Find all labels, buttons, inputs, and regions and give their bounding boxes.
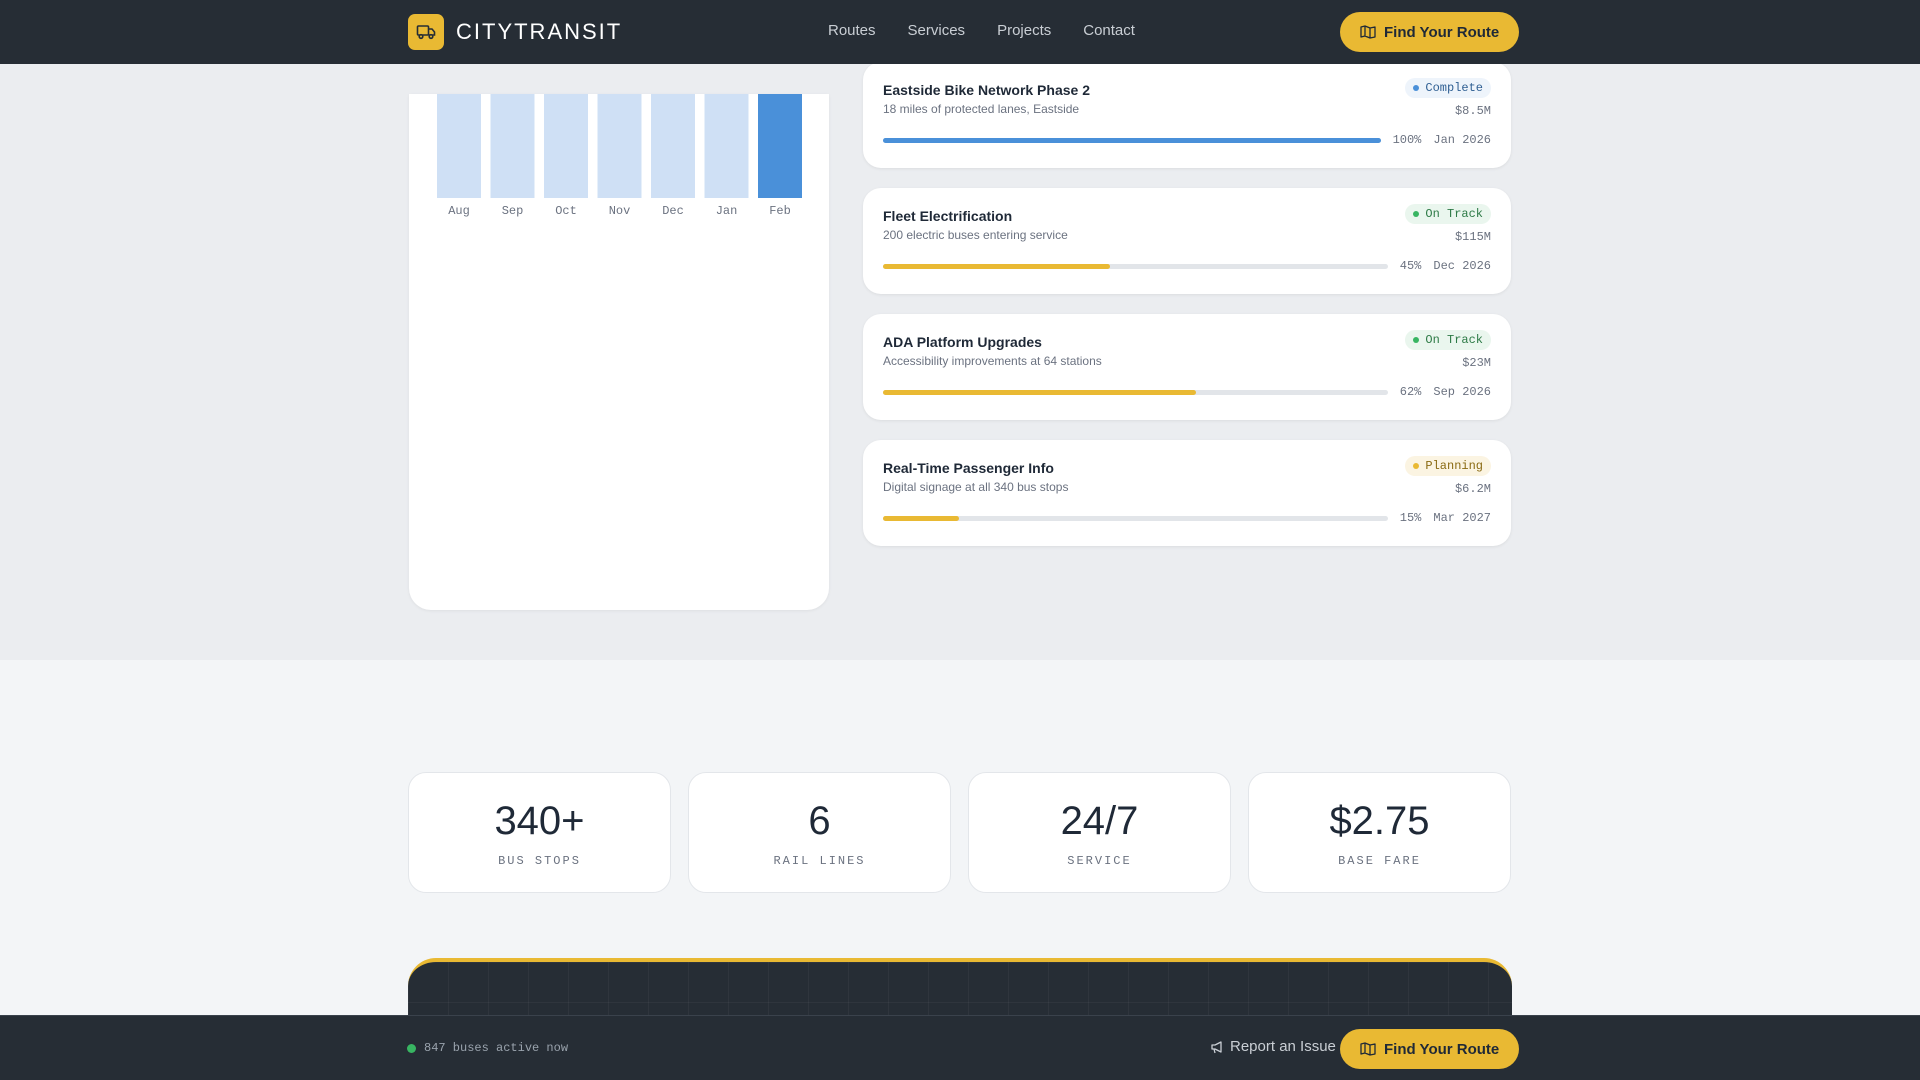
chart-bar [490, 94, 535, 198]
project-title: Fleet Electrification [883, 208, 1013, 224]
project-title: ADA Platform Upgrades [883, 334, 1042, 350]
project-cost: $23M [1462, 356, 1491, 370]
chart-bar [437, 94, 481, 198]
project-description: Digital signage at all 340 bus stops [883, 480, 1069, 494]
progress-fill [883, 390, 1197, 395]
status-badge: Complete [1405, 78, 1491, 98]
progress-track [883, 390, 1388, 395]
nav-item-contact[interactable]: Contact [1083, 22, 1135, 39]
report-issue-label: Report an Issue [1230, 1038, 1336, 1055]
stat-value: 6 [808, 799, 831, 843]
project-title: Eastside Bike Network Phase 2 [883, 82, 1090, 98]
stat-card: 6 RAIL LINES [688, 772, 951, 893]
stat-label: SERVICE [1067, 854, 1132, 868]
bus-icon [408, 14, 444, 50]
ridership-chart-card: Aug Sep Oct Nov Dec Jan Feb [409, 94, 829, 610]
stat-label: BUS STOPS [498, 854, 581, 868]
live-status-text: 847 buses active now [424, 1041, 569, 1055]
status-badge: Planning [1405, 456, 1491, 476]
find-route-label: Find Your Route [1384, 23, 1500, 41]
project-cost: $8.5M [1454, 104, 1491, 118]
bottom-status-bar: 847 buses active now Report an Issue Fin… [0, 1015, 1920, 1080]
chart-bar [597, 94, 642, 198]
project-card[interactable]: ADA Platform Upgrades Accessibility impr… [863, 314, 1511, 420]
project-card[interactable]: Real-Time Passenger Info Digital signage… [863, 440, 1511, 546]
completion-date: Jan 2026 [1433, 133, 1491, 147]
chart-x-tick-label: Feb [769, 204, 791, 218]
project-meta: 15% Mar 2027 [1400, 511, 1491, 525]
progress-percent: 62% [1399, 385, 1422, 399]
chart-bar [544, 94, 588, 198]
stat-label: BASE FARE [1338, 854, 1421, 868]
project-card[interactable]: Fleet Electrification 200 electric buses… [863, 188, 1511, 294]
chart-x-tick-label: Sep [502, 204, 524, 218]
chart-bar [704, 94, 749, 198]
stat-card: 340+ BUS STOPS [408, 772, 671, 893]
brand-name: CITYTRANSIT [456, 19, 623, 44]
project-cost: $6.2M [1454, 482, 1491, 496]
ridership-bar-chart: Aug Sep Oct Nov Dec Jan Feb [437, 94, 802, 218]
status-badge: On Track [1405, 204, 1491, 224]
chart-x-tick-label: Dec [662, 204, 684, 218]
project-meta: 100% Jan 2026 [1393, 133, 1491, 147]
stat-card: $2.75 BASE FARE [1248, 772, 1511, 893]
megaphone-icon [1211, 1040, 1222, 1053]
nav-item-routes[interactable]: Routes [828, 22, 876, 39]
chart-bar [758, 94, 802, 198]
find-route-button[interactable]: Find Your Route [1340, 12, 1520, 52]
progress-track [883, 516, 1388, 521]
stat-value: 24/7 [1060, 799, 1139, 843]
status-dot-icon [1413, 463, 1420, 469]
completion-date: Sep 2026 [1433, 385, 1491, 399]
progress-fill [883, 516, 959, 521]
progress-track [883, 138, 1381, 143]
status-dot-icon [1413, 337, 1420, 343]
status-label: On Track [1425, 333, 1483, 347]
progress-fill [883, 264, 1111, 269]
map-icon [1360, 25, 1376, 39]
status-label: On Track [1425, 207, 1483, 221]
completion-date: Mar 2027 [1433, 511, 1491, 525]
project-description: 18 miles of protected lanes, Eastside [883, 102, 1080, 116]
status-dot-icon [1413, 211, 1420, 217]
chart-x-tick-label: Aug [448, 204, 470, 218]
progress-fill [883, 138, 1381, 143]
progress-track [883, 264, 1388, 269]
stat-value: $2.75 [1329, 799, 1430, 843]
project-description: 200 electric buses entering service [883, 228, 1068, 242]
completion-date: Dec 2026 [1433, 259, 1491, 273]
status-label: Planning [1425, 459, 1483, 473]
projects-section: Aug Sep Oct Nov Dec Jan Feb Eastside Bike Netw… [0, 62, 1920, 660]
project-card[interactable]: Eastside Bike Network Phase 2 18 miles o… [863, 62, 1511, 168]
find-route-button-bottom[interactable]: Find Your Route [1340, 1029, 1520, 1069]
project-meta: 45% Dec 2026 [1400, 259, 1491, 273]
live-status: 847 buses active now [407, 1041, 568, 1055]
status-label: Complete [1425, 81, 1483, 95]
top-navbar: CITYTRANSIT Routes Services Projects Con… [0, 0, 1920, 64]
chart-bar [651, 94, 695, 198]
map-icon [1360, 1042, 1376, 1056]
chart-x-tick-label: Jan [716, 204, 738, 218]
progress-percent: 100% [1392, 133, 1422, 147]
find-route-label: Find Your Route [1384, 1040, 1500, 1058]
status-dot-icon [1413, 85, 1420, 91]
nav-item-services[interactable]: Services [908, 22, 966, 39]
chart-x-tick-label: Oct [555, 204, 577, 218]
stat-label: RAIL LINES [773, 854, 866, 868]
report-issue-button[interactable]: Report an Issue [1210, 1038, 1336, 1055]
main-nav: Routes Services Projects Contact [828, 22, 1135, 39]
project-title: Real-Time Passenger Info [883, 460, 1054, 476]
project-cost: $115M [1454, 230, 1491, 244]
project-description: Accessibility improvements at 64 station… [883, 354, 1102, 368]
progress-percent: 15% [1399, 511, 1422, 525]
progress-percent: 45% [1399, 259, 1422, 273]
chart-x-tick-label: Nov [609, 204, 631, 218]
stat-card: 24/7 SERVICE [968, 772, 1231, 893]
project-meta: 62% Sep 2026 [1400, 385, 1491, 399]
live-indicator-icon [407, 1043, 416, 1053]
brand-logo[interactable]: CITYTRANSIT [408, 14, 622, 50]
status-badge: On Track [1405, 330, 1491, 350]
stat-value: 340+ [494, 799, 585, 843]
nav-item-projects[interactable]: Projects [997, 22, 1051, 39]
